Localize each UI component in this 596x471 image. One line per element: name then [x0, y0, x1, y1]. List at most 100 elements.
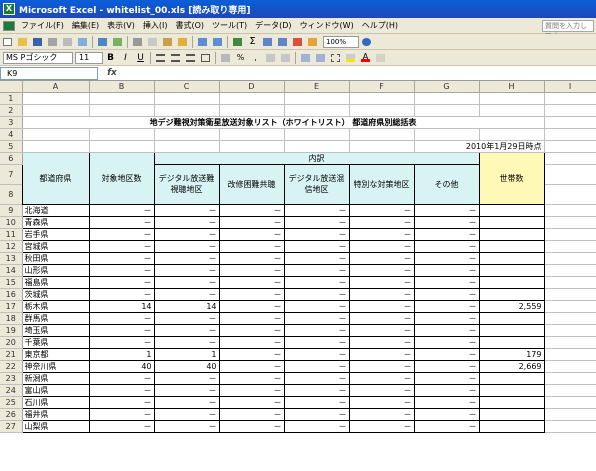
empty-cell[interactable] [544, 264, 596, 277]
name-box[interactable]: K9 [0, 66, 98, 80]
interference-cell[interactable]: － [283, 275, 350, 289]
drawing-icon[interactable] [306, 36, 319, 48]
underline-button[interactable]: U [134, 52, 147, 64]
empty-cell[interactable] [544, 240, 596, 253]
interference-cell[interactable]: － [283, 383, 350, 397]
prefecture-cell[interactable]: 山形県 [21, 263, 90, 277]
empty-cell[interactable] [544, 252, 596, 265]
digital-difficult-cell[interactable]: － [153, 311, 220, 325]
target-area-cell[interactable]: － [88, 215, 155, 229]
prefecture-cell[interactable]: 福井県 [21, 407, 90, 421]
print-icon[interactable] [61, 36, 74, 48]
target-area-cell[interactable]: － [88, 335, 155, 349]
other-cell[interactable]: － [413, 299, 480, 313]
help-icon[interactable] [360, 36, 373, 48]
digital-difficult-header[interactable]: デジタル放送難視聴地区 [153, 163, 220, 205]
empty-cell[interactable] [544, 228, 596, 241]
row-header[interactable]: 24 [0, 384, 23, 397]
households-cell[interactable] [478, 251, 545, 265]
households-cell[interactable] [478, 203, 545, 217]
italic-button[interactable]: I [119, 52, 132, 64]
digital-difficult-cell[interactable]: － [153, 395, 220, 409]
row-header[interactable]: 22 [0, 360, 23, 373]
interference-cell[interactable]: － [283, 299, 350, 313]
improvement-cell[interactable]: － [218, 311, 285, 325]
other-cell[interactable]: － [413, 227, 480, 241]
toolbar-options-icon[interactable] [374, 52, 387, 64]
digital-difficult-cell[interactable]: 14 [153, 299, 220, 313]
row-header[interactable]: 15 [0, 276, 23, 289]
row-header[interactable]: 7 [0, 164, 23, 185]
improvement-cell[interactable]: － [218, 287, 285, 301]
households-cell[interactable] [478, 419, 545, 433]
special-cell[interactable]: － [348, 323, 415, 337]
save-icon[interactable] [31, 36, 44, 48]
row-header[interactable]: 16 [0, 288, 23, 301]
interference-cell[interactable]: － [283, 263, 350, 277]
target-area-cell[interactable]: － [88, 371, 155, 385]
new-icon[interactable] [1, 36, 14, 48]
interference-header[interactable]: デジタル放送混信地区 [283, 163, 350, 205]
special-cell[interactable]: － [348, 203, 415, 217]
digital-difficult-cell[interactable]: － [153, 239, 220, 253]
improvement-cell[interactable]: － [218, 359, 285, 373]
print-preview-icon[interactable] [76, 36, 89, 48]
bold-button[interactable]: B [104, 52, 117, 64]
households-cell[interactable] [478, 275, 545, 289]
date-cell[interactable]: 2010年1月29日時点 [414, 140, 545, 153]
row-header[interactable]: 17 [0, 300, 23, 313]
align-center-icon[interactable] [169, 52, 182, 64]
other-cell[interactable]: － [413, 395, 480, 409]
target-area-cell[interactable]: － [88, 323, 155, 337]
other-cell[interactable]: － [413, 335, 480, 349]
row-header[interactable]: 6 [0, 152, 23, 165]
digital-difficult-cell[interactable]: － [153, 335, 220, 349]
interference-cell[interactable]: － [283, 407, 350, 421]
special-cell[interactable]: － [348, 287, 415, 301]
column-header-h[interactable]: H [479, 81, 545, 93]
column-header-i[interactable]: I [544, 81, 596, 93]
special-cell[interactable]: － [348, 275, 415, 289]
prefecture-cell[interactable]: 石川県 [21, 395, 90, 409]
households-cell[interactable] [478, 287, 545, 301]
sort-descending-icon[interactable] [276, 36, 289, 48]
empty-cell[interactable] [544, 204, 596, 217]
digital-difficult-cell[interactable]: 1 [153, 347, 220, 361]
borders-icon[interactable] [329, 52, 342, 64]
other-cell[interactable]: － [413, 215, 480, 229]
improvement-cell[interactable]: － [218, 395, 285, 409]
decrease-indent-icon[interactable] [299, 52, 312, 64]
column-header-e[interactable]: E [284, 81, 350, 93]
permission-icon[interactable] [46, 36, 59, 48]
row-header[interactable]: 1 [0, 92, 23, 105]
comma-style-icon[interactable]: , [249, 52, 262, 64]
research-icon[interactable] [111, 36, 124, 48]
prefecture-header[interactable]: 都道府県 [21, 151, 90, 205]
prefecture-cell[interactable]: 神奈川県 [21, 359, 90, 373]
prefecture-cell[interactable]: 群馬県 [21, 311, 90, 325]
improvement-cell[interactable]: － [218, 239, 285, 253]
special-cell[interactable]: － [348, 263, 415, 277]
interference-cell[interactable]: － [283, 287, 350, 301]
prefecture-cell[interactable]: 福島県 [21, 275, 90, 289]
prefecture-cell[interactable]: 富山県 [21, 383, 90, 397]
prefecture-cell[interactable]: 新潟県 [21, 371, 90, 385]
digital-difficult-cell[interactable]: － [153, 407, 220, 421]
households-cell[interactable]: 179 [478, 347, 545, 361]
column-header-g[interactable]: G [414, 81, 480, 93]
target-area-cell[interactable]: － [88, 395, 155, 409]
other-cell[interactable]: － [413, 323, 480, 337]
improvement-header[interactable]: 改修困難共聴 [218, 163, 285, 205]
row-header[interactable]: 14 [0, 264, 23, 277]
align-left-icon[interactable] [154, 52, 167, 64]
digital-difficult-cell[interactable]: 40 [153, 359, 220, 373]
empty-cell[interactable] [544, 384, 596, 397]
special-cell[interactable]: － [348, 347, 415, 361]
improvement-cell[interactable]: － [218, 383, 285, 397]
font-select[interactable]: MS Pゴシック [3, 51, 73, 64]
zoom-select[interactable]: 100% [323, 35, 359, 48]
special-cell[interactable]: － [348, 383, 415, 397]
target-area-cell[interactable]: － [88, 203, 155, 217]
special-cell[interactable]: － [348, 395, 415, 409]
empty-cell[interactable] [544, 216, 596, 229]
